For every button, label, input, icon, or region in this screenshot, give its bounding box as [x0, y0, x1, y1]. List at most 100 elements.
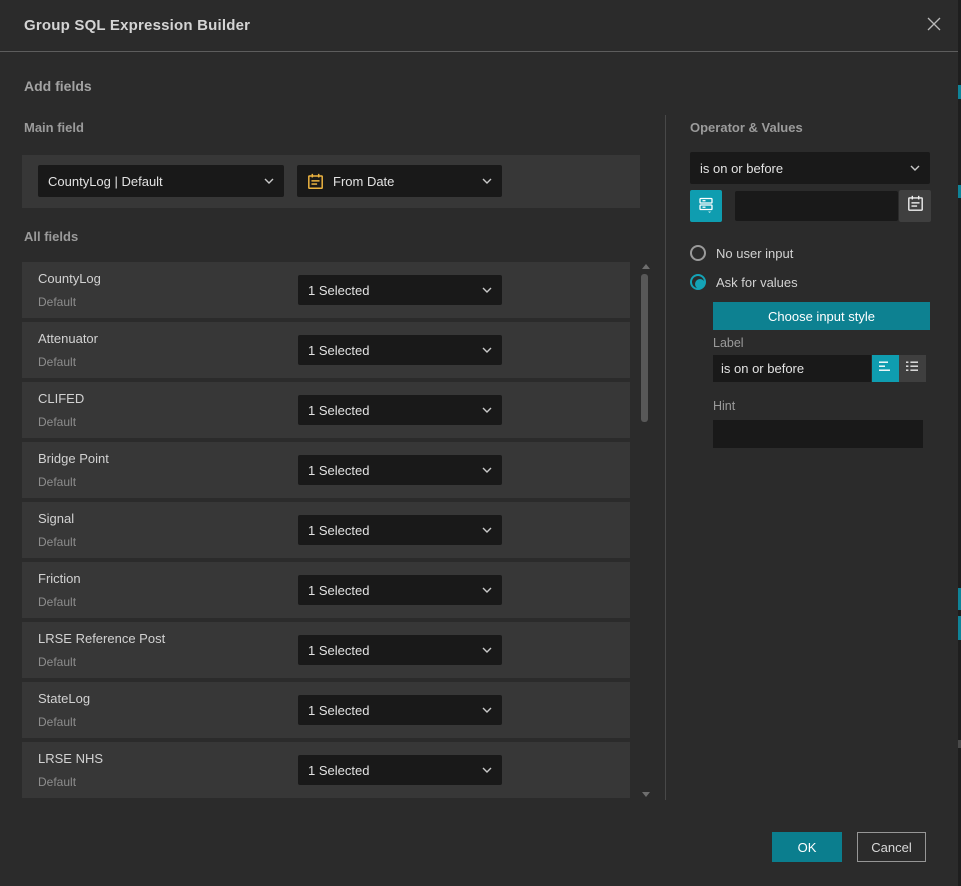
add-fields-heading: Add fields: [24, 78, 92, 94]
field-row: LRSE Reference Post Default 1 Selected: [22, 622, 630, 678]
chevron-down-icon: [482, 287, 492, 293]
chevron-down-icon: [482, 407, 492, 413]
field-sublabel: Default: [38, 535, 76, 549]
field-sublabel: Default: [38, 655, 76, 669]
value-date-input[interactable]: [735, 191, 898, 221]
ok-button[interactable]: OK: [772, 832, 842, 862]
field-selected-value: 1 Selected: [308, 343, 476, 358]
radio-ask-for-values[interactable]: Ask for values: [690, 274, 798, 290]
single-line-input-style-button[interactable]: [872, 355, 899, 382]
field-name: Attenuator: [38, 331, 98, 346]
all-fields-list: CountyLog Default 1 Selected Attenuator …: [22, 262, 630, 802]
field-sublabel: Default: [38, 295, 76, 309]
dialog-title: Group SQL Expression Builder: [24, 17, 250, 34]
field-name: CountyLog: [38, 271, 101, 286]
list-scrollbar[interactable]: [640, 262, 650, 799]
cancel-button[interactable]: Cancel: [857, 832, 926, 862]
chevron-down-icon: [482, 647, 492, 653]
field-sublabel: Default: [38, 595, 76, 609]
field-row: Friction Default 1 Selected: [22, 562, 630, 618]
field-selected-value: 1 Selected: [308, 703, 476, 718]
radio-label: Ask for values: [716, 275, 798, 290]
field-row: Bridge Point Default 1 Selected: [22, 442, 630, 498]
layer-select-value: CountyLog | Default: [48, 174, 258, 189]
operator-select-value: is on or before: [700, 161, 904, 176]
field-selected-dropdown[interactable]: 1 Selected: [298, 455, 502, 485]
field-name: StateLog: [38, 691, 90, 706]
chevron-down-icon: [482, 707, 492, 713]
field-name: Bridge Point: [38, 451, 109, 466]
field-name: Friction: [38, 571, 81, 586]
operator-values-heading: Operator & Values: [690, 120, 803, 135]
field-row: Attenuator Default 1 Selected: [22, 322, 630, 378]
hint-input[interactable]: [713, 420, 923, 448]
chevron-down-icon: [482, 347, 492, 353]
field-row: Signal Default 1 Selected: [22, 502, 630, 558]
field-selected-dropdown[interactable]: 1 Selected: [298, 275, 502, 305]
field-selected-value: 1 Selected: [308, 523, 476, 538]
calendar-icon: [307, 173, 324, 190]
hint-label: Hint: [713, 399, 735, 413]
layer-select[interactable]: CountyLog | Default: [38, 165, 284, 197]
scroll-up-arrow-icon[interactable]: [642, 264, 650, 269]
field-sublabel: Default: [38, 415, 76, 429]
close-icon: [926, 16, 942, 37]
field-selected-dropdown[interactable]: 1 Selected: [298, 695, 502, 725]
field-selected-value: 1 Selected: [308, 283, 476, 298]
chevron-down-icon: [482, 178, 492, 184]
field-selected-value: 1 Selected: [308, 403, 476, 418]
field-row: LRSE NHS Default 1 Selected: [22, 742, 630, 798]
panel-divider: [665, 115, 666, 800]
field-sublabel: Default: [38, 715, 76, 729]
scroll-down-arrow-icon[interactable]: [642, 792, 650, 797]
field-row: CLIFED Default 1 Selected: [22, 382, 630, 438]
calendar-icon: [907, 195, 924, 217]
chevron-down-icon: [482, 467, 492, 473]
label-label: Label: [713, 336, 744, 350]
field-selected-dropdown[interactable]: 1 Selected: [298, 395, 502, 425]
scrollbar-thumb[interactable]: [641, 274, 648, 422]
field-selected-dropdown[interactable]: 1 Selected: [298, 635, 502, 665]
field-name: CLIFED: [38, 391, 84, 406]
main-field-row: CountyLog | Default From Date: [22, 155, 640, 208]
stacked-values-icon: [697, 195, 715, 218]
bulleted-list-icon: [905, 360, 920, 378]
chevron-down-icon: [482, 527, 492, 533]
radio-label: No user input: [716, 246, 793, 261]
field-selected-dropdown[interactable]: 1 Selected: [298, 515, 502, 545]
chevron-down-icon: [910, 165, 920, 171]
field-selected-value: 1 Selected: [308, 643, 476, 658]
label-input[interactable]: [713, 355, 871, 382]
close-button[interactable]: [922, 14, 946, 38]
date-picker-button[interactable]: [899, 190, 931, 222]
group-sql-expression-builder-dialog: Group SQL Expression Builder Add fields …: [0, 0, 961, 886]
field-selected-dropdown[interactable]: 1 Selected: [298, 335, 502, 365]
field-selected-value: 1 Selected: [308, 763, 476, 778]
field-sublabel: Default: [38, 775, 76, 789]
list-input-style-button[interactable]: [899, 355, 926, 382]
field-selected-value: 1 Selected: [308, 463, 476, 478]
field-select[interactable]: From Date: [297, 165, 502, 197]
align-left-icon: [878, 360, 893, 378]
all-fields-heading: All fields: [24, 229, 78, 244]
operator-select[interactable]: is on or before: [690, 152, 930, 184]
field-name: LRSE NHS: [38, 751, 103, 766]
value-type-button[interactable]: [690, 190, 722, 222]
main-field-heading: Main field: [24, 120, 84, 135]
field-name: LRSE Reference Post: [38, 631, 165, 646]
radio-no-user-input[interactable]: No user input: [690, 245, 793, 261]
choose-input-style-button[interactable]: Choose input style: [713, 302, 930, 330]
title-bar: Group SQL Expression Builder: [0, 0, 958, 52]
chevron-down-icon: [482, 587, 492, 593]
field-selected-dropdown[interactable]: 1 Selected: [298, 755, 502, 785]
field-select-value: From Date: [333, 174, 476, 189]
field-row: CountyLog Default 1 Selected: [22, 262, 630, 318]
field-row: StateLog Default 1 Selected: [22, 682, 630, 738]
chevron-down-icon: [482, 767, 492, 773]
field-sublabel: Default: [38, 355, 76, 369]
field-selected-value: 1 Selected: [308, 583, 476, 598]
field-selected-dropdown[interactable]: 1 Selected: [298, 575, 502, 605]
chevron-down-icon: [264, 178, 274, 184]
field-sublabel: Default: [38, 475, 76, 489]
field-name: Signal: [38, 511, 74, 526]
